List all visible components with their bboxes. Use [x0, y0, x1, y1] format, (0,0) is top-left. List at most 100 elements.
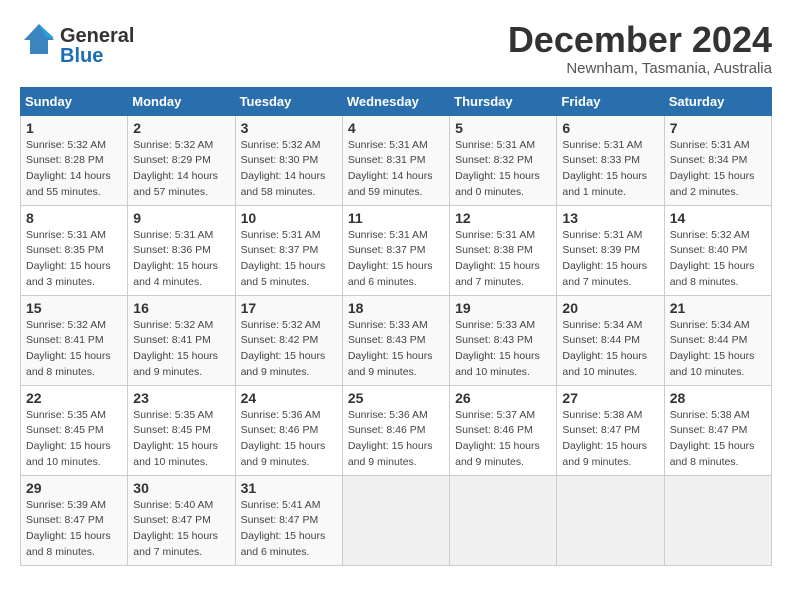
day-info: Sunrise: 5:32 AM Sunset: 8:42 PM Dayligh…	[241, 318, 337, 381]
day-info: Sunrise: 5:33 AM Sunset: 8:43 PM Dayligh…	[348, 318, 444, 381]
day-info: Sunrise: 5:41 AM Sunset: 8:47 PM Dayligh…	[241, 498, 337, 561]
calendar-cell: 14Sunrise: 5:32 AM Sunset: 8:40 PM Dayli…	[664, 205, 771, 295]
calendar-cell: 8Sunrise: 5:31 AM Sunset: 8:35 PM Daylig…	[21, 205, 128, 295]
calendar-cell: 1 Sunrise: 5:32 AM Sunset: 8:28 PM Daylig…	[21, 115, 128, 205]
calendar-cell: 20 Sunrise: 5:34 AM Sunset: 8:44 PM Dayli…	[557, 295, 664, 385]
page-header: General Blue December 2024 Newnham, Tasm…	[20, 20, 772, 77]
day-info: Sunrise: 5:36 AM Sunset: 8:46 PM Dayligh…	[348, 408, 444, 471]
calendar-cell: 4 Sunrise: 5:31 AM Sunset: 8:31 PM Daylig…	[342, 115, 449, 205]
day-info: Sunrise: 5:31 AM Sunset: 8:37 PM Dayligh…	[348, 228, 444, 291]
calendar-cell: 31 Sunrise: 5:41 AM Sunset: 8:47 PM Dayli…	[235, 475, 342, 565]
day-info: Sunrise: 5:31 AM Sunset: 8:37 PM Dayligh…	[241, 228, 337, 291]
day-number: 3	[241, 120, 337, 136]
day-number: 20	[562, 300, 658, 316]
calendar-cell: 15 Sunrise: 5:32 AM Sunset: 8:41 PM Dayli…	[21, 295, 128, 385]
calendar-cell	[557, 475, 664, 565]
day-number: 22	[26, 390, 122, 406]
calendar-cell: 24 Sunrise: 5:36 AM Sunset: 8:46 PM Dayli…	[235, 385, 342, 475]
week-row-3: 15 Sunrise: 5:32 AM Sunset: 8:41 PM Dayli…	[21, 295, 772, 385]
day-info: Sunrise: 5:31 AM Sunset: 8:33 PM Dayligh…	[562, 138, 658, 201]
calendar-cell: 16 Sunrise: 5:32 AM Sunset: 8:41 PM Dayli…	[128, 295, 235, 385]
day-info: Sunrise: 5:39 AM Sunset: 8:47 PM Dayligh…	[26, 498, 122, 561]
calendar-cell: 2Sunrise: 5:32 AM Sunset: 8:29 PM Daylig…	[128, 115, 235, 205]
calendar-cell: 30Sunrise: 5:40 AM Sunset: 8:47 PM Dayli…	[128, 475, 235, 565]
header-cell-tuesday: Tuesday	[235, 87, 342, 115]
day-number: 14	[670, 210, 766, 226]
calendar-table: SundayMondayTuesdayWednesdayThursdayFrid…	[20, 87, 772, 566]
day-number: 6	[562, 120, 658, 136]
day-number: 24	[241, 390, 337, 406]
day-number: 31	[241, 480, 337, 496]
day-number: 27	[562, 390, 658, 406]
day-number: 28	[670, 390, 766, 406]
calendar-cell: 29 Sunrise: 5:39 AM Sunset: 8:47 PM Dayli…	[21, 475, 128, 565]
calendar-cell: 19Sunrise: 5:33 AM Sunset: 8:43 PM Dayli…	[450, 295, 557, 385]
day-number: 7	[670, 120, 766, 136]
day-info: Sunrise: 5:32 AM Sunset: 8:41 PM Dayligh…	[26, 318, 122, 381]
logo-text: General Blue	[60, 26, 134, 66]
day-info: Sunrise: 5:31 AM Sunset: 8:34 PM Dayligh…	[670, 138, 766, 201]
logo-blue: Blue	[60, 46, 134, 66]
day-number: 8	[26, 210, 122, 226]
calendar-cell: 12Sunrise: 5:31 AM Sunset: 8:38 PM Dayli…	[450, 205, 557, 295]
logo-bird-icon	[20, 20, 58, 63]
day-number: 12	[455, 210, 551, 226]
day-number: 29	[26, 480, 122, 496]
calendar-cell: 26Sunrise: 5:37 AM Sunset: 8:46 PM Dayli…	[450, 385, 557, 475]
day-number: 4	[348, 120, 444, 136]
calendar-cell: 11 Sunrise: 5:31 AM Sunset: 8:37 PM Dayli…	[342, 205, 449, 295]
day-info: Sunrise: 5:32 AM Sunset: 8:30 PM Dayligh…	[241, 138, 337, 201]
calendar-cell: 5 Sunrise: 5:31 AM Sunset: 8:32 PM Daylig…	[450, 115, 557, 205]
day-number: 11	[348, 210, 444, 226]
day-number: 18	[348, 300, 444, 316]
calendar-cell: 3 Sunrise: 5:32 AM Sunset: 8:30 PM Daylig…	[235, 115, 342, 205]
day-info: Sunrise: 5:32 AM Sunset: 8:41 PM Dayligh…	[133, 318, 229, 381]
day-info: Sunrise: 5:35 AM Sunset: 8:45 PM Dayligh…	[26, 408, 122, 471]
day-number: 21	[670, 300, 766, 316]
header-cell-saturday: Saturday	[664, 87, 771, 115]
week-row-4: 22 Sunrise: 5:35 AM Sunset: 8:45 PM Dayli…	[21, 385, 772, 475]
day-info: Sunrise: 5:34 AM Sunset: 8:44 PM Dayligh…	[670, 318, 766, 381]
calendar-cell: 6 Sunrise: 5:31 AM Sunset: 8:33 PM Daylig…	[557, 115, 664, 205]
day-info: Sunrise: 5:38 AM Sunset: 8:47 PM Dayligh…	[670, 408, 766, 471]
header-cell-wednesday: Wednesday	[342, 87, 449, 115]
header-cell-thursday: Thursday	[450, 87, 557, 115]
day-info: Sunrise: 5:31 AM Sunset: 8:36 PM Dayligh…	[133, 228, 229, 291]
day-number: 13	[562, 210, 658, 226]
calendar-cell: 9 Sunrise: 5:31 AM Sunset: 8:36 PM Daylig…	[128, 205, 235, 295]
week-row-2: 8Sunrise: 5:31 AM Sunset: 8:35 PM Daylig…	[21, 205, 772, 295]
header-cell-friday: Friday	[557, 87, 664, 115]
week-row-5: 29 Sunrise: 5:39 AM Sunset: 8:47 PM Dayli…	[21, 475, 772, 565]
calendar-cell: 13 Sunrise: 5:31 AM Sunset: 8:39 PM Dayli…	[557, 205, 664, 295]
day-number: 23	[133, 390, 229, 406]
calendar-cell: 28 Sunrise: 5:38 AM Sunset: 8:47 PM Dayli…	[664, 385, 771, 475]
calendar-cell: 22 Sunrise: 5:35 AM Sunset: 8:45 PM Dayli…	[21, 385, 128, 475]
day-number: 5	[455, 120, 551, 136]
day-number: 10	[241, 210, 337, 226]
calendar-cell: 17 Sunrise: 5:32 AM Sunset: 8:42 PM Dayli…	[235, 295, 342, 385]
day-number: 17	[241, 300, 337, 316]
day-info: Sunrise: 5:32 AM Sunset: 8:28 PM Dayligh…	[26, 138, 122, 201]
day-number: 25	[348, 390, 444, 406]
day-info: Sunrise: 5:31 AM Sunset: 8:32 PM Dayligh…	[455, 138, 551, 201]
calendar-cell	[342, 475, 449, 565]
day-info: Sunrise: 5:36 AM Sunset: 8:46 PM Dayligh…	[241, 408, 337, 471]
calendar-cell: 18 Sunrise: 5:33 AM Sunset: 8:43 PM Dayli…	[342, 295, 449, 385]
calendar-cell: 25 Sunrise: 5:36 AM Sunset: 8:46 PM Dayli…	[342, 385, 449, 475]
logo-general: General	[60, 26, 134, 46]
day-number: 15	[26, 300, 122, 316]
calendar-cell: 27 Sunrise: 5:38 AM Sunset: 8:47 PM Dayli…	[557, 385, 664, 475]
calendar-cell: 7 Sunrise: 5:31 AM Sunset: 8:34 PM Daylig…	[664, 115, 771, 205]
day-info: Sunrise: 5:31 AM Sunset: 8:39 PM Dayligh…	[562, 228, 658, 291]
day-number: 9	[133, 210, 229, 226]
day-info: Sunrise: 5:33 AM Sunset: 8:43 PM Dayligh…	[455, 318, 551, 381]
calendar-cell: 23Sunrise: 5:35 AM Sunset: 8:45 PM Dayli…	[128, 385, 235, 475]
day-number: 16	[133, 300, 229, 316]
day-info: Sunrise: 5:38 AM Sunset: 8:47 PM Dayligh…	[562, 408, 658, 471]
day-number: 1	[26, 120, 122, 136]
day-number: 2	[133, 120, 229, 136]
day-info: Sunrise: 5:34 AM Sunset: 8:44 PM Dayligh…	[562, 318, 658, 381]
calendar-cell: 10 Sunrise: 5:31 AM Sunset: 8:37 PM Dayli…	[235, 205, 342, 295]
day-info: Sunrise: 5:31 AM Sunset: 8:31 PM Dayligh…	[348, 138, 444, 201]
calendar-cell	[450, 475, 557, 565]
